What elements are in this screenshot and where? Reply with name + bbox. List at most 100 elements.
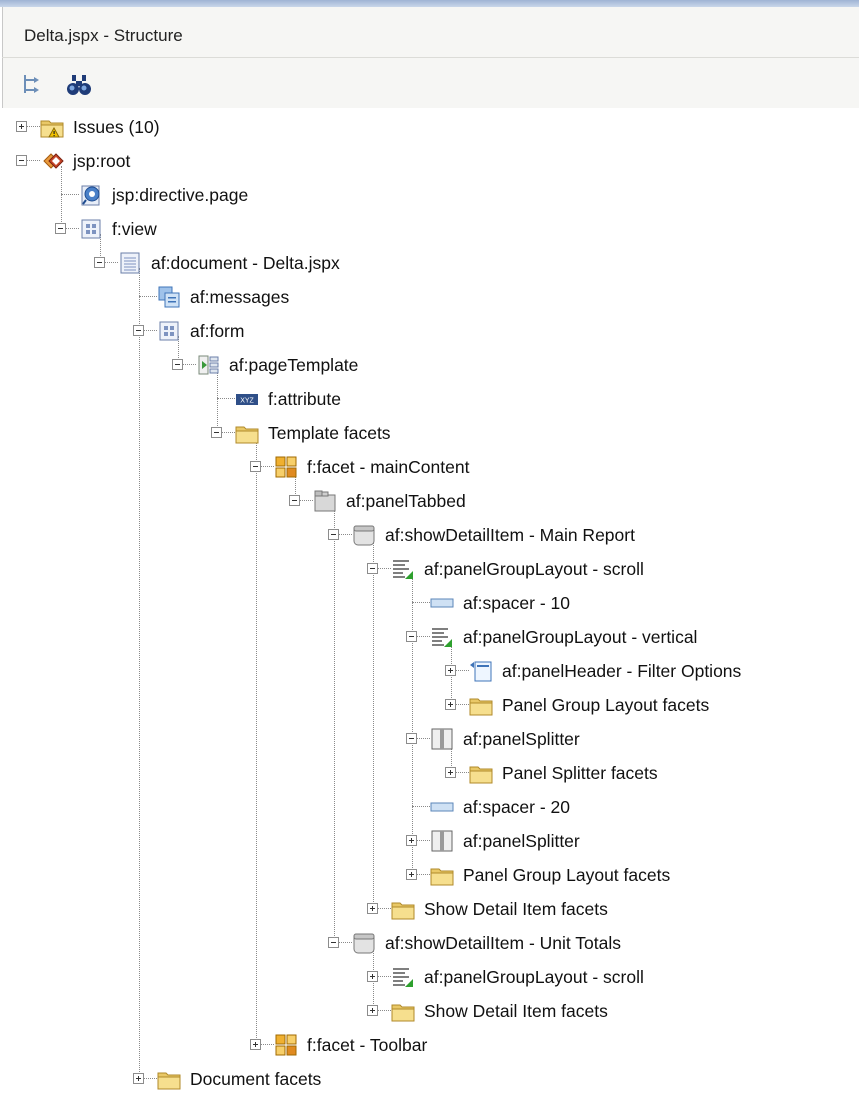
tree-row[interactable]: f:facet - Toolbar [2,1028,859,1062]
tree-connector-horizontal [261,466,274,467]
collapse-toggle[interactable] [328,937,339,948]
tree-row[interactable]: Panel Group Layout facets [2,858,859,892]
tree-node-label: af:messages [190,287,290,307]
tree-node-label: af:showDetailItem - Main Report [385,525,635,545]
tree-row[interactable]: f:view [2,212,859,246]
tree-row[interactable]: af:showDetailItem - Unit Totals [2,926,859,960]
binoculars-icon[interactable] [66,72,92,98]
tree-row[interactable]: af:messages [2,280,859,314]
tree-connector-horizontal [27,160,40,161]
tree-connector-horizontal [456,670,469,671]
tree-row[interactable]: af:showDetailItem - Main Report [2,518,859,552]
tree-row[interactable]: Template facets [2,416,859,450]
expand-toggle[interactable] [406,869,417,880]
tree-row[interactable]: af:panelGroupLayout - vertical [2,620,859,654]
tree-connector-horizontal [378,976,391,977]
tree-row[interactable]: af:spacer - 10 [2,586,859,620]
tree-connector-horizontal [417,874,430,875]
collapse-toggle[interactable] [406,631,417,642]
collapse-toggle[interactable] [406,733,417,744]
tree-row[interactable]: af:panelSplitter [2,722,859,756]
folder-icon [469,761,493,785]
tree-connector-horizontal [378,1010,391,1011]
tree-connector-horizontal [417,738,430,739]
tree-node-label: Template facets [268,423,391,443]
tree-row[interactable]: Document facets [2,1062,859,1096]
collapse-toggle[interactable] [94,257,105,268]
tree-row[interactable]: Show Detail Item facets [2,892,859,926]
collapse-toggle[interactable] [289,495,300,506]
panel-header-icon [469,659,493,683]
expand-toggle[interactable] [133,1073,144,1084]
collapse-toggle[interactable] [16,155,27,166]
facet-icon [274,1033,298,1057]
folder-icon [391,897,415,921]
tree-node-label: f:view [112,219,157,239]
tree-connector-horizontal [183,364,196,365]
folder-icon [430,863,454,887]
expand-toggle[interactable] [250,1039,261,1050]
tree-row[interactable]: Panel Group Layout facets [2,688,859,722]
tree-connector-horizontal [456,772,469,773]
tree-connector-horizontal [144,1078,157,1079]
tree-row[interactable]: Issues (10) [2,110,859,144]
folder-icon [157,1067,181,1091]
expand-toggle[interactable] [445,699,456,710]
tree-node-label: af:document - Delta.jspx [151,253,340,273]
tree-node-label: Document facets [190,1069,322,1089]
expand-toggle[interactable] [16,121,27,132]
tree-row[interactable]: Show Detail Item facets [2,994,859,1028]
tree-connector-horizontal [261,1044,274,1045]
tree-node-label: af:pageTemplate [229,355,359,375]
tree-connector-horizontal [138,296,157,297]
tree-node-label: Show Detail Item facets [424,1001,608,1021]
tree-row[interactable]: af:panelHeader - Filter Options [2,654,859,688]
group-layout-icon [391,965,415,989]
collapse-toggle[interactable] [250,461,261,472]
tree-connector-horizontal [60,194,79,195]
tree-connector-horizontal [66,228,79,229]
document-icon [118,251,142,275]
collapse-toggle[interactable] [172,359,183,370]
tree-connector-horizontal [105,262,118,263]
expand-toggle[interactable] [367,1005,378,1016]
page-template-icon [196,353,220,377]
tree-row[interactable]: jsp:root [2,144,859,178]
expand-toggle[interactable] [367,903,378,914]
collapse-toggle[interactable] [367,563,378,574]
tree-sync-icon[interactable] [20,72,46,98]
tree-connector-horizontal [417,636,430,637]
splitter-icon [430,829,454,853]
tree-node-label: af:showDetailItem - Unit Totals [385,933,622,953]
tree-row[interactable]: af:panelGroupLayout - scroll [2,960,859,994]
tree-row[interactable]: af:panelTabbed [2,484,859,518]
tree-row[interactable]: af:panelSplitter [2,824,859,858]
tree-row[interactable]: af:form [2,314,859,348]
tree-row[interactable]: Panel Splitter facets [2,756,859,790]
expand-toggle[interactable] [367,971,378,982]
tree-row[interactable]: af:panelGroupLayout - scroll [2,552,859,586]
tree-node-label: af:panelTabbed [346,491,466,511]
expand-toggle[interactable] [445,767,456,778]
tree-node-label: af:panelSplitter [463,831,580,851]
expand-toggle[interactable] [406,835,417,846]
collapse-toggle[interactable] [211,427,222,438]
collapse-toggle[interactable] [55,223,66,234]
collapse-toggle[interactable] [328,529,339,540]
tree-row[interactable]: jsp:directive.page [2,178,859,212]
structure-tree: Issues (10) jsp:root jsp:directive.page f:v… [2,108,859,1120]
grid-box-icon [157,319,181,343]
collapse-toggle[interactable] [133,325,144,336]
tree-row[interactable]: af:pageTemplate [2,348,859,382]
tree-connector-horizontal [411,602,430,603]
tree-row[interactable]: af:spacer - 20 [2,790,859,824]
tree-row[interactable]: XYZ f:attribute [2,382,859,416]
tree-connector-horizontal [27,126,40,127]
expand-toggle[interactable] [445,665,456,676]
tree-row[interactable]: f:facet - mainContent [2,450,859,484]
folder-icon [235,421,259,445]
tree-row[interactable]: af:document - Delta.jspx [2,246,859,280]
jsp-root-icon [40,149,64,173]
tree-node-label: f:attribute [268,389,341,409]
show-detail-icon [352,931,376,955]
